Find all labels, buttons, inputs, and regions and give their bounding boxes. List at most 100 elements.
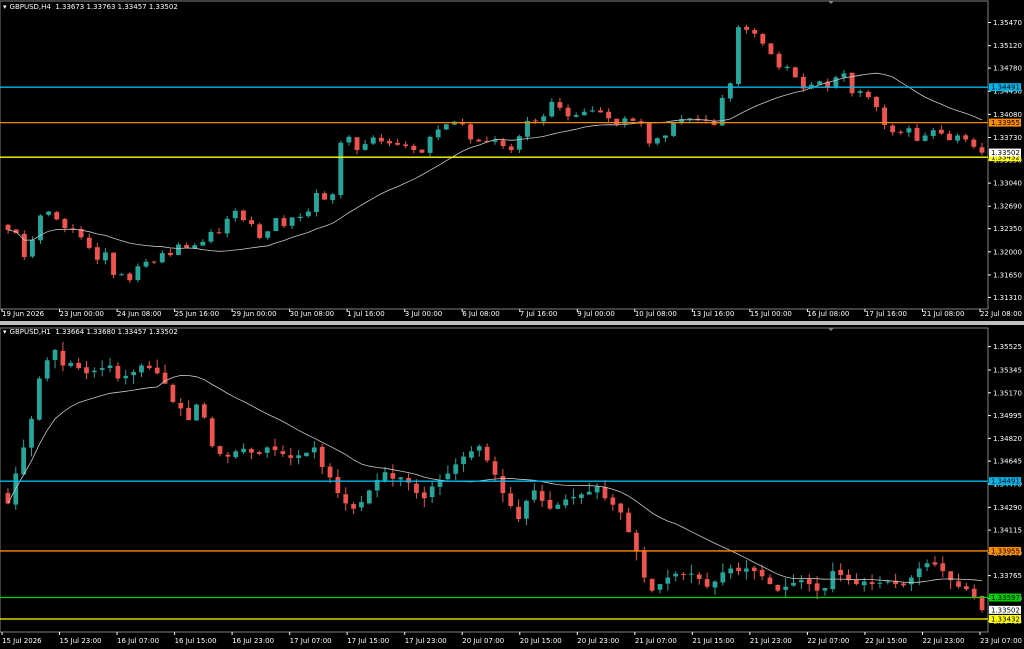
y-tick-label: 1.34780 [993,65,1022,73]
candle-body [594,486,600,493]
chart-shift-marker[interactable] [828,328,834,331]
candle-body [445,473,451,480]
current-price-label: 1.33502 [991,606,1020,614]
candle-body [563,499,569,506]
candle-body [822,588,828,591]
y-tick-label: 1.31310 [993,294,1022,302]
candle-body [955,135,961,141]
x-tick-label: 10 Jul 08:00 [635,310,677,318]
candle-body [940,563,946,572]
price-level-tag-label: 1.33955 [991,119,1020,127]
candle-body [403,144,409,147]
candle-body [305,211,311,217]
candle-body [29,418,34,448]
candle-body [351,504,356,509]
chart-shift-marker[interactable] [828,1,834,4]
y-tick-label: 1.34995 [993,412,1022,420]
candle-body [176,244,181,255]
candle-body [427,136,433,153]
candle-body [814,583,820,591]
candle-body [151,261,157,263]
candle-body [916,568,922,578]
candle-body [618,503,624,513]
candle-body [319,446,325,467]
candle-body [898,131,904,133]
candle-body [5,224,11,231]
candle-body [689,573,694,575]
y-tick-label: 1.33730 [993,134,1022,142]
candle-body [524,500,529,519]
candle-body [830,571,836,590]
candle-body [288,455,294,458]
candle-body [143,261,149,267]
x-tick-label: 29 Jun 00:00 [232,310,276,318]
x-tick-label: 30 Jun 08:00 [290,310,334,318]
candle-body [343,494,349,504]
candle-body [86,237,92,248]
candle-body [579,494,584,498]
x-tick-label: 25 Jun 16:00 [175,310,219,318]
candle-body [581,111,587,116]
x-tick-label: 20 Jul 07:00 [462,637,504,645]
candle-body [833,77,839,88]
candle-body [421,492,427,499]
candle-body [139,365,144,373]
candle-body [354,137,360,151]
candle-body [549,101,555,117]
moving-average-line [8,72,983,252]
h4-chart-panel[interactable]: ▾ GBPUSD,H4 1.33673 1.33763 1.33457 1.335… [0,0,1024,321]
h4-candlestick-chart[interactable]: 1.354701.351201.347801.344301.340801.337… [0,0,1024,321]
candle-body [131,371,136,376]
candle-body [123,375,129,379]
candle-body [924,563,930,568]
candle-body [857,91,863,93]
candle-body [178,403,184,409]
candle-body [240,210,246,221]
candle-body [44,360,50,379]
y-tick-label: 1.34290 [993,504,1022,512]
candle-body [533,120,539,122]
h1-candlestick-chart[interactable]: 1.35525 1.35345 1.35170 1.34995 1.34820 1.346… [0,325,1024,649]
candle-body [115,365,121,379]
candle-body [378,137,384,142]
candle-body [76,362,81,369]
h1-chart-panel[interactable]: ▾ GBPUSD,H1 1.33664 1.33680 1.33457 1.335… [0,325,1024,649]
candle-body [956,581,961,587]
candle-body [194,404,199,421]
candle-body [29,239,35,257]
candle-body [979,147,985,153]
candle-body [335,477,341,494]
candle-body [728,568,734,574]
candle-body [217,446,223,454]
candle-body [861,581,867,586]
x-tick-label: 21 Jul 07:00 [635,637,677,645]
candle-body [687,118,693,120]
candle-body [304,452,309,457]
price-level-tag-label: 1.34491 [991,84,1020,92]
candle-body [930,130,936,136]
x-tick-label: 22 Jul 23:00 [922,637,964,645]
candle-body [406,478,411,483]
candle-body [84,367,89,374]
candle-body [768,43,774,55]
candle-body [111,252,116,275]
candle-body [395,142,401,145]
y-tick-label: 1.32000 [993,248,1022,256]
candle-body [854,579,859,585]
candle-body [346,136,352,143]
candle-body [186,407,191,421]
candle-body [281,218,287,227]
x-tick-label: 20 Jul 23:00 [577,637,619,645]
candle-body [249,448,254,453]
candle-body [119,274,125,276]
candle-body [107,365,113,369]
candle-body [435,129,441,138]
candle-body [665,577,671,584]
candle-body [744,568,749,572]
x-tick-label: 17 Jul 16:00 [865,310,907,318]
candle-body [232,210,238,219]
x-tick-label: 6 Jul 08:00 [462,310,500,318]
candle-body [799,580,804,583]
candle-body [476,139,482,142]
x-tick-label: 21 Jul 15:00 [692,637,734,645]
